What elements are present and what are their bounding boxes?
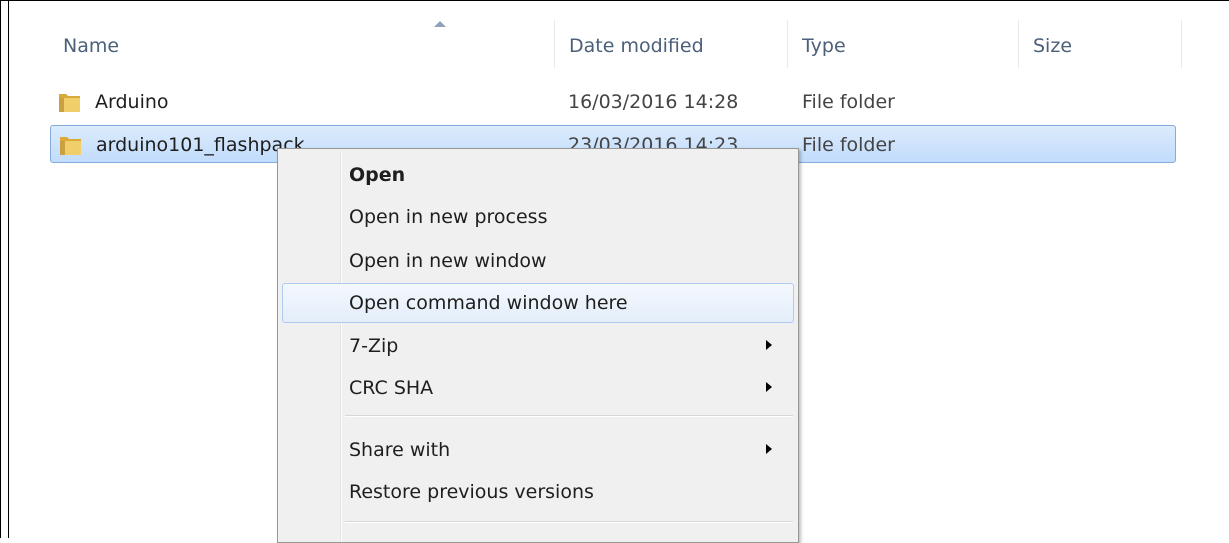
file-type: File folder	[802, 91, 895, 113]
frame-left-border	[0, 0, 1, 538]
column-divider[interactable]	[1181, 20, 1182, 68]
submenu-arrow-icon	[766, 340, 772, 350]
frame-top-border	[0, 0, 1229, 1]
menu-item-label: Open	[349, 164, 406, 186]
folder-icon	[59, 94, 80, 112]
menu-item-label: CRC SHA	[349, 377, 434, 399]
menu-item-share-with[interactable]: Share with	[282, 430, 794, 470]
column-date-modified-header[interactable]: Date modified	[555, 18, 787, 70]
menu-item-open-new-process[interactable]: Open in new process	[282, 197, 794, 237]
context-menu: Open Open in new process Open in new win…	[277, 148, 799, 543]
menu-item-open[interactable]: Open	[282, 155, 794, 195]
file-type: File folder	[802, 134, 895, 156]
menu-item-open-command-window[interactable]: Open command window here	[282, 283, 794, 323]
menu-item-label: Restore previous versions	[349, 481, 594, 503]
menu-item-crc-sha[interactable]: CRC SHA	[282, 368, 794, 408]
file-name: Arduino	[95, 91, 169, 113]
menu-item-label: Share with	[349, 439, 451, 461]
menu-item-label: Open command window here	[349, 292, 628, 314]
column-size-header[interactable]: Size	[1019, 18, 1179, 70]
frame-inner-border	[8, 0, 9, 538]
column-header: Name Date modified Type Size	[9, 18, 1229, 70]
folder-icon	[60, 137, 81, 155]
file-date-modified: 16/03/2016 14:28	[568, 91, 739, 113]
menu-item-label: 7-Zip	[349, 335, 399, 357]
column-name-header[interactable]: Name	[49, 18, 549, 70]
menu-item-7zip[interactable]: 7-Zip	[282, 326, 794, 366]
menu-separator	[345, 521, 793, 523]
file-name: arduino101_flashpack	[96, 134, 305, 156]
submenu-arrow-icon	[766, 382, 772, 392]
menu-item-label: Open in new window	[349, 250, 547, 272]
file-row-arduino[interactable]: Arduino 16/03/2016 14:28 File folder	[50, 83, 1176, 121]
menu-item-open-new-window[interactable]: Open in new window	[282, 241, 794, 281]
menu-item-label: Open in new process	[349, 206, 548, 228]
column-type-header[interactable]: Type	[788, 18, 1018, 70]
submenu-arrow-icon	[766, 444, 772, 454]
menu-separator	[345, 415, 793, 417]
menu-item-restore-previous-versions[interactable]: Restore previous versions	[282, 472, 794, 512]
